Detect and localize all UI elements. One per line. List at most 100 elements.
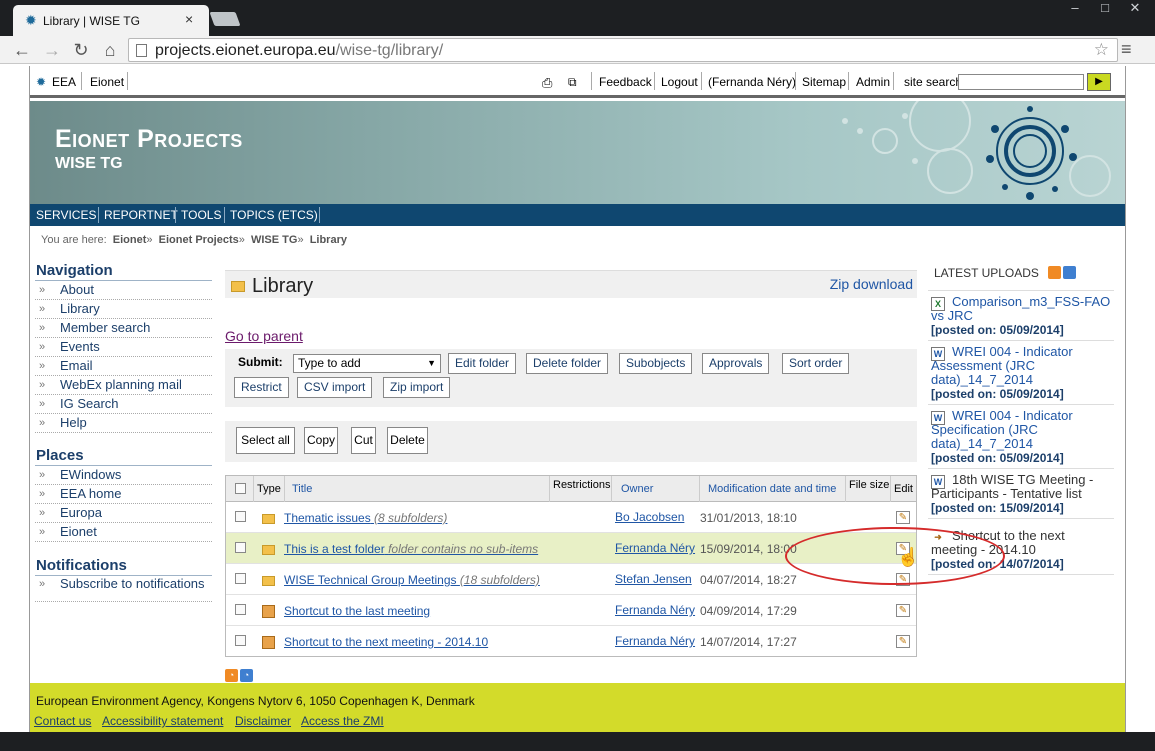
row-checkbox[interactable] <box>235 573 246 584</box>
type-to-add-select[interactable]: Type to add ▼ <box>293 354 441 373</box>
cut-button[interactable]: Cut <box>351 427 376 454</box>
sidebar-item-member-search[interactable]: Member search <box>35 319 212 338</box>
nav-tools[interactable]: TOOLS <box>181 208 221 222</box>
site-search-input[interactable] <box>958 74 1084 90</box>
browser-tab[interactable]: ✹ Library | WISE TG × <box>13 5 209 36</box>
upload-item[interactable]: W WREI 004 - Indicator Assessment (JRC d… <box>928 341 1114 405</box>
site-title[interactable]: Eionet Projects <box>55 125 243 154</box>
new-tab-button[interactable] <box>209 12 241 26</box>
atom-feed-icon[interactable]: ◔ <box>240 669 253 682</box>
address-url[interactable]: projects.eionet.europa.eu/wise-tg/librar… <box>155 42 443 60</box>
nav-reportnet[interactable]: REPORTNET <box>104 208 178 222</box>
site-subtitle[interactable]: WISE TG <box>55 155 123 173</box>
sitemap-link[interactable]: Sitemap <box>802 75 846 89</box>
edit-icon[interactable]: ✎ <box>896 511 910 524</box>
tab-close-icon[interactable]: × <box>185 11 193 27</box>
upload-item[interactable]: W WREI 004 - Indicator Specification (JR… <box>928 405 1114 469</box>
upload-title[interactable]: WREI 004 - Indicator Specification (JRC … <box>931 409 1114 451</box>
home-icon[interactable]: ⌂ <box>99 39 121 61</box>
breadcrumb-item[interactable]: Eionet <box>113 234 147 246</box>
row-title-link[interactable]: Thematic issues (8 subfolders) <box>284 511 447 525</box>
sidebar-item-webex[interactable]: WebEx planning mail <box>35 376 212 395</box>
edit-icon[interactable]: ✎ <box>896 635 910 648</box>
window-maximize-icon[interactable]: □ <box>1090 0 1120 20</box>
upload-title[interactable]: 18th WISE TG Meeting - Participants - Te… <box>931 473 1114 501</box>
upload-title[interactable]: Comparison_m3_FSS-FAO vs JRC <box>931 295 1114 323</box>
eea-link[interactable]: EEA <box>52 75 76 89</box>
forward-icon[interactable]: → <box>41 39 63 61</box>
edit-folder-button[interactable]: Edit folder <box>448 353 517 374</box>
sidebar-item-events[interactable]: Events <box>35 338 212 357</box>
nav-topics[interactable]: TOPICS (ETCS) <box>230 208 318 222</box>
logout-link[interactable]: Logout <box>661 75 698 89</box>
accessibility-link[interactable]: Accessibility statement <box>102 714 223 728</box>
sidebar-item-about[interactable]: About <box>35 281 212 300</box>
subobjects-button[interactable]: Subobjects <box>619 353 693 374</box>
row-owner-link[interactable]: Stefan Jensen <box>615 572 692 586</box>
reload-icon[interactable]: ↻ <box>70 39 92 61</box>
row-title-link[interactable]: This is a test folder folder contains no… <box>284 542 538 556</box>
sidebar-item-library[interactable]: Library <box>35 300 212 319</box>
edit-icon[interactable]: ✎ <box>896 604 910 617</box>
access-zmi-link[interactable]: Access the ZMI <box>301 714 384 728</box>
breadcrumb-item[interactable]: WISE TG <box>251 234 297 246</box>
zip-import-button[interactable]: Zip import <box>383 377 451 398</box>
sidebar-item-ig-search[interactable]: IG Search <box>35 395 212 414</box>
delete-folder-button[interactable]: Delete folder <box>526 353 609 374</box>
upload-item[interactable]: X Comparison_m3_FSS-FAO vs JRC [posted o… <box>928 291 1114 341</box>
column-owner[interactable]: Owner <box>621 483 653 495</box>
delete-button[interactable]: Delete <box>387 427 428 454</box>
back-icon[interactable]: ← <box>11 39 33 61</box>
go-to-parent-link[interactable]: Go to parent <box>225 328 303 344</box>
sidebar-item-eionet[interactable]: Eionet <box>35 523 212 542</box>
table-row[interactable]: Shortcut to the next meeting - 2014.10 F… <box>226 626 916 657</box>
upload-item[interactable]: W 18th WISE TG Meeting - Participants - … <box>928 469 1114 519</box>
nav-services[interactable]: SERVICES <box>36 208 96 222</box>
row-checkbox[interactable] <box>235 635 246 646</box>
print-icon[interactable]: ⎙ <box>542 75 552 91</box>
sidebar-item-help[interactable]: Help <box>35 414 212 433</box>
table-row[interactable]: Shortcut to the last meeting Fernanda Né… <box>226 595 916 626</box>
rss-icon[interactable] <box>1048 266 1061 279</box>
contact-us-link[interactable]: Contact us <box>34 714 91 728</box>
table-row[interactable]: Thematic issues (8 subfolders) Bo Jacobs… <box>226 502 916 533</box>
upload-title[interactable]: WREI 004 - Indicator Assessment (JRC dat… <box>931 345 1114 387</box>
bookmark-star-icon[interactable]: ☆ <box>1094 40 1109 60</box>
fullscreen-icon[interactable]: ⧉ <box>568 75 577 90</box>
row-owner-link[interactable]: Fernanda Néry <box>615 603 695 617</box>
eionet-link[interactable]: Eionet <box>90 75 124 89</box>
breadcrumb-item[interactable]: Eionet Projects <box>159 234 239 246</box>
search-go-button[interactable]: ▶ <box>1087 73 1111 91</box>
sidebar-item-eea-home[interactable]: EEA home <box>35 485 212 504</box>
admin-link[interactable]: Admin <box>856 75 890 89</box>
select-all-button[interactable]: Select all <box>236 427 295 454</box>
atom-feed-icon[interactable] <box>1063 266 1076 279</box>
row-title-link[interactable]: Shortcut to the next meeting - 2014.10 <box>284 635 488 649</box>
sidebar-item-europa[interactable]: Europa <box>35 504 212 523</box>
window-minimize-icon[interactable]: – <box>1060 0 1090 20</box>
window-close-icon[interactable]: ✕ <box>1120 0 1150 20</box>
browser-menu-icon[interactable]: ≡ <box>1121 39 1132 60</box>
sidebar-item-email[interactable]: Email <box>35 357 212 376</box>
feedback-link[interactable]: Feedback <box>599 75 652 89</box>
disclaimer-link[interactable]: Disclaimer <box>235 714 291 728</box>
zip-download-link[interactable]: Zip download <box>830 276 913 292</box>
row-owner-link[interactable]: Bo Jacobsen <box>615 510 684 524</box>
csv-import-button[interactable]: CSV import <box>297 377 373 398</box>
row-title-link[interactable]: Shortcut to the last meeting <box>284 604 430 618</box>
copy-button[interactable]: Copy <box>304 427 338 454</box>
row-title-link[interactable]: WISE Technical Group Meetings (18 subfol… <box>284 573 540 587</box>
restrict-button[interactable]: Restrict <box>234 377 289 398</box>
sidebar-item-subscribe[interactable]: Subscribe to notifications <box>35 576 212 602</box>
row-checkbox[interactable] <box>235 511 246 522</box>
sort-order-button[interactable]: Sort order <box>782 353 850 374</box>
row-owner-link[interactable]: Fernanda Néry <box>615 634 695 648</box>
address-bar[interactable]: projects.eionet.europa.eu/wise-tg/librar… <box>128 38 1118 62</box>
row-owner-link[interactable]: Fernanda Néry <box>615 541 695 555</box>
rss-icon[interactable]: ◔ <box>225 669 238 682</box>
approvals-button[interactable]: Approvals <box>702 353 770 374</box>
sidebar-item-ewindows[interactable]: EWindows <box>35 466 212 485</box>
column-title[interactable]: Title <box>292 483 312 495</box>
select-all-checkbox[interactable] <box>235 483 246 494</box>
row-checkbox[interactable] <box>235 604 246 615</box>
